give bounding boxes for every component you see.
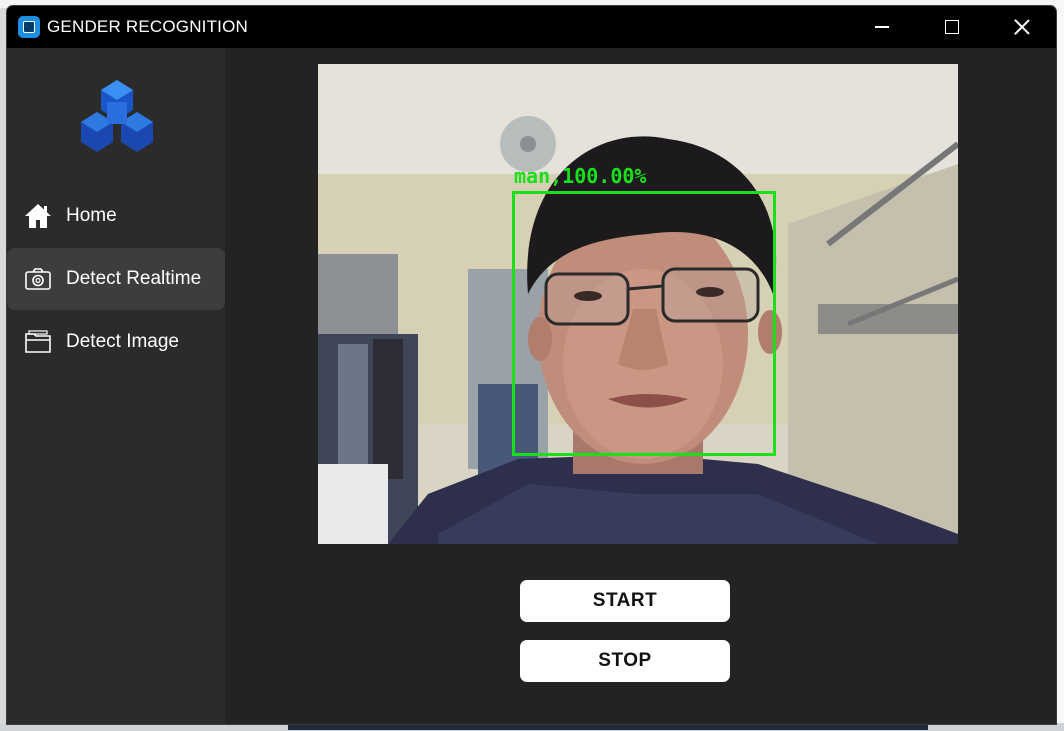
app-icon — [18, 16, 40, 38]
camera-feed: man,100.00% — [318, 64, 958, 544]
home-icon — [25, 204, 51, 228]
sidebar-item-label: Detect Realtime — [66, 268, 202, 289]
minimize-button[interactable] — [847, 6, 917, 48]
sidebar-item-label: Detect Image — [66, 331, 179, 352]
sidebar-item-home[interactable]: Home — [7, 185, 225, 247]
close-icon — [1014, 19, 1030, 35]
title-bar[interactable]: GENDER RECOGNITION — [7, 6, 1056, 48]
desktop-background-bottom — [0, 723, 1064, 731]
detection-bounding-box — [512, 191, 776, 456]
sidebar-item-label: Home — [66, 205, 117, 226]
university-logo-icon — [81, 80, 153, 152]
sidebar-item-detect-image[interactable]: Detect Image — [7, 311, 225, 373]
window-title: GENDER RECOGNITION — [47, 17, 249, 36]
minimize-icon — [875, 26, 889, 28]
detection-label: man,100.00% — [514, 164, 647, 188]
stop-button[interactable]: STOP — [520, 640, 730, 682]
sidebar: Home Detect Realtime Detect Image — [7, 48, 225, 724]
start-button[interactable]: START — [520, 580, 730, 622]
camera-icon — [25, 268, 51, 290]
background-window-strip — [288, 724, 928, 730]
maximize-icon — [945, 20, 959, 34]
main-content: man,100.00% START STOP — [225, 48, 1056, 724]
app-window: GENDER RECOGNITION Home Detect Realtime … — [7, 6, 1056, 724]
desktop-background-right — [1056, 0, 1064, 731]
close-button[interactable] — [987, 6, 1056, 48]
sidebar-item-detect-realtime[interactable]: Detect Realtime — [7, 248, 225, 310]
folder-image-icon — [25, 330, 51, 353]
maximize-button[interactable] — [917, 6, 987, 48]
